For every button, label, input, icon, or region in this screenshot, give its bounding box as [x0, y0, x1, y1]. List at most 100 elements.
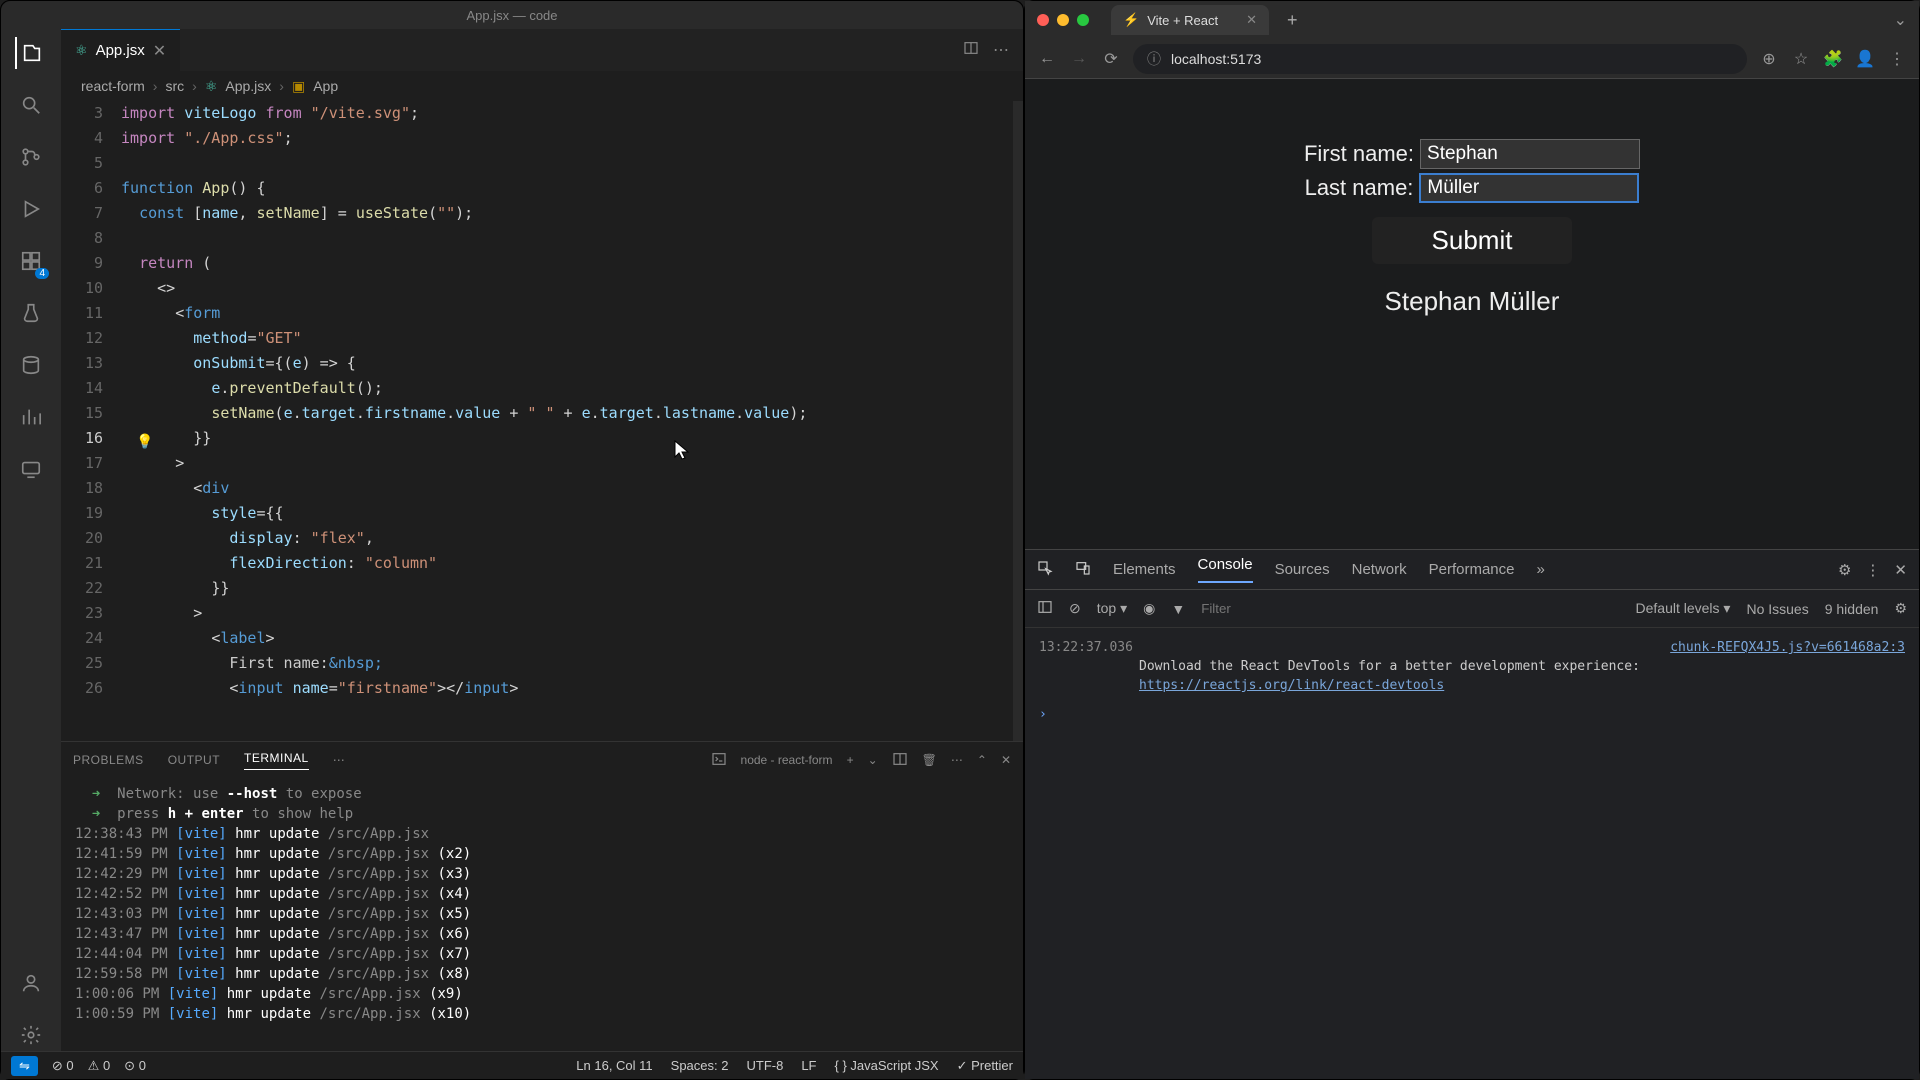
- issues-status[interactable]: No Issues: [1746, 601, 1808, 617]
- code-line[interactable]: <form: [121, 301, 1013, 326]
- maximize-window-icon[interactable]: [1077, 14, 1089, 26]
- settings-icon[interactable]: ⚙: [1894, 600, 1907, 617]
- reload-icon[interactable]: ⟳: [1101, 49, 1121, 69]
- settings-icon[interactable]: ⚙: [1838, 561, 1851, 579]
- remote-button[interactable]: ⇋: [11, 1056, 38, 1076]
- code-line[interactable]: }}: [121, 576, 1013, 601]
- code-line[interactable]: import "./App.css";: [121, 126, 1013, 151]
- code-line[interactable]: import viteLogo from "/vite.svg";: [121, 101, 1013, 126]
- context-selector[interactable]: top ▾: [1097, 600, 1127, 617]
- menu-icon[interactable]: ⋮: [1887, 49, 1907, 69]
- run-debug-icon[interactable]: [15, 193, 47, 225]
- hidden-messages[interactable]: 9 hidden: [1825, 601, 1879, 617]
- more-icon[interactable]: ⋯: [951, 753, 963, 767]
- tab-console[interactable]: Console: [1198, 556, 1253, 583]
- search-icon[interactable]: [15, 89, 47, 121]
- account-icon[interactable]: [15, 967, 47, 999]
- code-line[interactable]: <div: [121, 476, 1013, 501]
- status-warnings[interactable]: ⚠ 0: [88, 1058, 111, 1074]
- status-spaces[interactable]: Spaces: 2: [671, 1058, 729, 1074]
- code-line[interactable]: method="GET": [121, 326, 1013, 351]
- split-editor-icon[interactable]: [963, 40, 979, 61]
- sidebar-toggle-icon[interactable]: [1037, 599, 1053, 618]
- status-prettier[interactable]: ✓ Prettier: [957, 1058, 1013, 1074]
- code-editor[interactable]: 3456789101112131415161718192021222324252…: [61, 101, 1023, 741]
- code-line[interactable]: function App() {: [121, 176, 1013, 201]
- code-line[interactable]: [121, 226, 1013, 251]
- profile-icon[interactable]: 👤: [1855, 49, 1875, 69]
- settings-icon[interactable]: [15, 1019, 47, 1051]
- code-line[interactable]: const [name, setName] = useState("");: [121, 201, 1013, 226]
- terminal-dropdown-icon[interactable]: ⌄: [868, 753, 878, 767]
- split-terminal-icon[interactable]: [892, 751, 908, 770]
- zoom-icon[interactable]: ⊕: [1759, 49, 1779, 69]
- breadcrumb[interactable]: react-form› src› ⚛ App.jsx› ▣ App: [61, 71, 1023, 101]
- breadcrumb-seg[interactable]: App: [313, 78, 338, 94]
- url-bar[interactable]: ⓘ localhost:5173: [1133, 44, 1747, 74]
- browser-tab[interactable]: ⚡ Vite + React ✕: [1111, 5, 1269, 35]
- database-icon[interactable]: [15, 349, 47, 381]
- new-terminal-icon[interactable]: +: [847, 753, 854, 767]
- tab-performance[interactable]: Performance: [1429, 561, 1515, 578]
- tab-terminal[interactable]: TERMINAL: [244, 751, 309, 770]
- close-icon[interactable]: ✕: [1001, 753, 1011, 767]
- tab-problems[interactable]: PROBLEMS: [73, 753, 144, 767]
- device-toggle-icon[interactable]: [1075, 560, 1091, 580]
- filter-input[interactable]: [1201, 601, 1301, 616]
- breadcrumb-seg[interactable]: src: [165, 78, 184, 94]
- tab-network[interactable]: Network: [1352, 561, 1407, 578]
- console-prompt[interactable]: ›: [1039, 705, 1905, 724]
- tab-elements[interactable]: Elements: [1113, 561, 1176, 578]
- status-encoding[interactable]: UTF-8: [746, 1058, 783, 1074]
- console-link[interactable]: https://reactjs.org/link/react-devtools: [1139, 678, 1444, 693]
- code-line[interactable]: <input name="firstname"></input>: [121, 676, 1013, 701]
- code-line[interactable]: flexDirection: "column": [121, 551, 1013, 576]
- lightbulb-icon[interactable]: 💡: [136, 430, 153, 455]
- clear-console-icon[interactable]: ⊘: [1069, 600, 1081, 617]
- live-expression-icon[interactable]: ◉: [1143, 600, 1155, 617]
- code-line[interactable]: <label>: [121, 626, 1013, 651]
- code-line[interactable]: }}: [121, 426, 1013, 451]
- bookmark-icon[interactable]: ☆: [1791, 49, 1811, 69]
- tab-sources[interactable]: Sources: [1275, 561, 1330, 578]
- remote-icon[interactable]: [15, 453, 47, 485]
- code-line[interactable]: onSubmit={(e) => {: [121, 351, 1013, 376]
- more-icon[interactable]: ⋯: [333, 753, 346, 767]
- tab-output[interactable]: OUTPUT: [168, 753, 220, 767]
- code-line[interactable]: e.preventDefault();: [121, 376, 1013, 401]
- submit-button[interactable]: Submit: [1372, 217, 1573, 264]
- chart-icon[interactable]: [15, 401, 47, 433]
- inspect-icon[interactable]: [1037, 560, 1053, 580]
- console-output[interactable]: 13:22:37.036 chunk-REFQX4J5.js?v=661468a…: [1025, 628, 1919, 1079]
- code-line[interactable]: display: "flex",: [121, 526, 1013, 551]
- code-line[interactable]: return (: [121, 251, 1013, 276]
- extensions-icon[interactable]: 🧩: [1823, 49, 1843, 69]
- close-icon[interactable]: ✕: [1894, 561, 1907, 579]
- minimize-window-icon[interactable]: [1057, 14, 1069, 26]
- code-line[interactable]: [121, 151, 1013, 176]
- last-name-input[interactable]: [1419, 173, 1639, 203]
- status-cursor[interactable]: Ln 16, Col 11: [576, 1058, 652, 1074]
- terminal-task-label[interactable]: node - react-form: [741, 753, 833, 767]
- close-window-icon[interactable]: [1037, 14, 1049, 26]
- testing-icon[interactable]: [15, 297, 47, 329]
- more-actions-icon[interactable]: ⋯: [993, 40, 1009, 61]
- forward-icon[interactable]: →: [1069, 50, 1089, 68]
- code-line[interactable]: style={{: [121, 501, 1013, 526]
- more-icon[interactable]: ⋮: [1865, 561, 1880, 579]
- explorer-icon[interactable]: [15, 37, 47, 69]
- back-icon[interactable]: ←: [1037, 50, 1057, 68]
- terminal-task-icon[interactable]: [711, 751, 727, 770]
- code-line[interactable]: >: [121, 451, 1013, 476]
- message-source-link[interactable]: chunk-REFQX4J5.js?v=661468a2:3: [1670, 638, 1905, 657]
- breadcrumb-seg[interactable]: App.jsx: [225, 78, 271, 94]
- source-control-icon[interactable]: [15, 141, 47, 173]
- chevron-down-icon[interactable]: ⌄: [1894, 10, 1907, 30]
- tab-app-jsx[interactable]: ⚛ App.jsx ✕: [61, 29, 180, 71]
- more-tabs-icon[interactable]: »: [1537, 561, 1545, 578]
- close-icon[interactable]: ✕: [153, 41, 166, 61]
- status-errors[interactable]: ⊘ 0: [52, 1058, 74, 1074]
- terminal-output[interactable]: ➜ Network: use --host to expose ➜ press …: [61, 778, 1023, 1051]
- log-levels-selector[interactable]: Default levels ▾: [1636, 600, 1731, 617]
- site-info-icon[interactable]: ⓘ: [1147, 49, 1161, 69]
